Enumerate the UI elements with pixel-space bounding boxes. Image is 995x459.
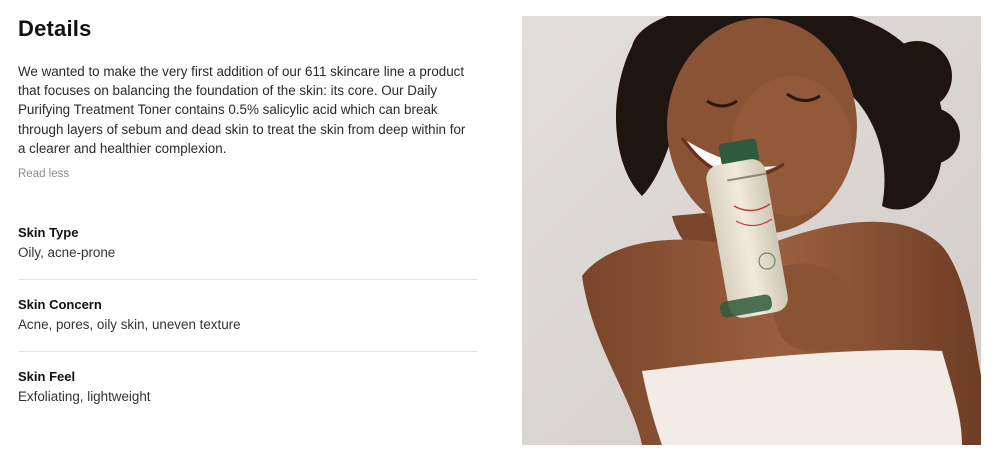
model-illustration: [522, 16, 981, 445]
attribute-skin-type: Skin Type Oily, acne-prone: [18, 224, 478, 262]
product-model-photo: [522, 16, 981, 445]
divider: [18, 351, 478, 352]
divider: [18, 279, 478, 280]
attribute-value: Acne, pores, oily skin, uneven texture: [18, 317, 241, 332]
attribute-skin-feel: Skin Feel Exfoliating, lightweight: [18, 368, 478, 406]
details-title: Details: [18, 16, 92, 41]
attribute-skin-concern: Skin Concern Acne, pores, oily skin, une…: [18, 296, 478, 334]
attribute-label: Skin Concern: [18, 297, 102, 312]
attribute-label: Skin Type: [18, 225, 79, 240]
attribute-value: Oily, acne-prone: [18, 245, 116, 260]
read-less-link[interactable]: Read less: [18, 168, 69, 180]
attribute-value: Exfoliating, lightweight: [18, 389, 151, 404]
attribute-label: Skin Feel: [18, 369, 76, 384]
product-description: We wanted to make the very first additio…: [18, 64, 466, 156]
